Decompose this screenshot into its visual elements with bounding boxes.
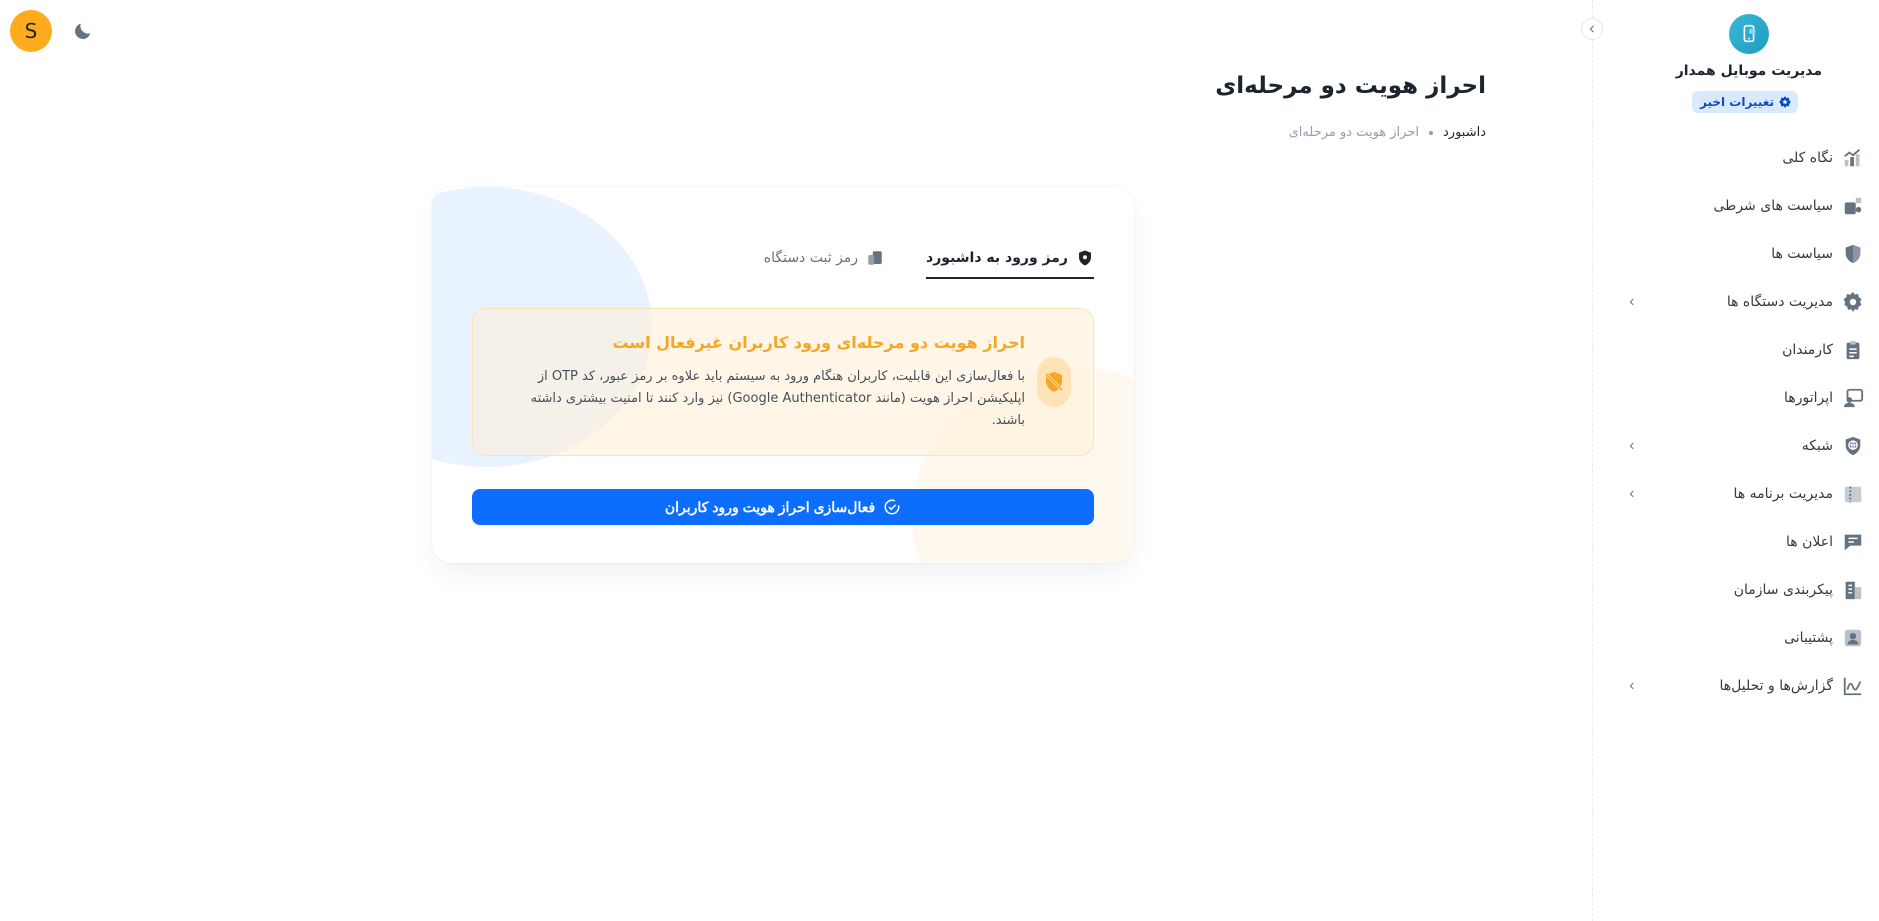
network-icon: [1841, 434, 1865, 458]
breadcrumb-separator: [1429, 130, 1433, 135]
chevron-left-icon: [1589, 25, 1594, 33]
sidebar-item-label: پیکربندی سازمان: [1733, 582, 1833, 598]
sidebar-item-support[interactable]: پشتیبانی: [1592, 614, 1879, 662]
sidebar-item-reports[interactable]: گزارش‌ها و تحلیل‌ها: [1592, 662, 1879, 710]
conditional-policy-icon: [1841, 194, 1865, 218]
sidebar-item-label: اعلان ها: [1786, 534, 1833, 550]
sidebar: مدیریت موبایل همدار تغییرات اخیر نگاه کل…: [1581, 0, 1879, 921]
sidebar-item-label: سیاست های شرطی: [1713, 198, 1833, 214]
sidebar-item-operators[interactable]: اپراتورها: [1592, 374, 1879, 422]
analytics-icon: [1841, 146, 1865, 170]
sidebar-item-device-management[interactable]: مدیریت دستگاه ها: [1592, 278, 1879, 326]
building-icon: [1841, 578, 1865, 602]
moon-icon: [75, 23, 91, 39]
chevron-left-icon: [1625, 439, 1639, 453]
sidebar-item-label: پشتیبانی: [1784, 630, 1833, 646]
sidebar-item-employees[interactable]: کارمندان: [1592, 326, 1879, 374]
mobile-device-icon: [1729, 14, 1769, 54]
apps-icon: [1841, 482, 1865, 506]
operator-icon: [1841, 386, 1865, 410]
tabs: رمز ورود به داشبورد رمز ثبت دستگاه: [764, 239, 1094, 279]
sidebar-item-policies[interactable]: سیاست ها: [1592, 230, 1879, 278]
sidebar-item-overview[interactable]: نگاه کلی: [1592, 134, 1879, 182]
sidebar-item-label: مدیریت دستگاه ها: [1726, 294, 1833, 310]
sidebar-item-label: کارمندان: [1782, 342, 1833, 358]
avatar-initial: S: [24, 19, 38, 43]
enable-2fa-button-label: فعال‌سازی احراز هویت ورود کاربران: [664, 498, 876, 515]
app-title: مدیریت موبایل همدار: [1675, 63, 1822, 79]
alert-description: با فعال‌سازی این قابلیت، کاربران هنگام و…: [530, 369, 1025, 428]
brand: مدیریت موبایل همدار تغییرات اخیر: [1592, 14, 1879, 114]
clipboard-icon: [1841, 338, 1865, 362]
sidebar-item-label: مدیریت برنامه ها: [1733, 486, 1833, 502]
shield-icon: [1841, 242, 1865, 266]
page-title: احراز هویت دو مرحله‌ای: [1215, 73, 1486, 99]
enable-2fa-button[interactable]: فعال‌سازی احراز هویت ورود کاربران: [472, 489, 1094, 525]
breadcrumb: داشبورد احراز هویت دو مرحله‌ای: [1289, 125, 1486, 140]
theme-toggle-button[interactable]: [68, 16, 98, 46]
recent-changes-label: تغییرات اخیر: [1699, 95, 1774, 109]
sidebar-item-app-management[interactable]: مدیریت برنامه ها: [1592, 470, 1879, 518]
sidebar-nav: نگاه کلی سیاست های شرطی سیاست ها مدیریت …: [1592, 134, 1879, 710]
chevron-left-icon: [1625, 679, 1639, 693]
sidebar-item-label: نگاه کلی: [1782, 150, 1833, 166]
alert-title: احراز هویت دو مرحله‌ای ورود کاربران غیرف…: [612, 333, 1025, 352]
sidebar-item-network[interactable]: شبکه: [1592, 422, 1879, 470]
devices-icon: [868, 251, 882, 265]
avatar[interactable]: S: [10, 10, 52, 52]
chevron-left-icon: [1625, 487, 1639, 501]
chevron-left-icon: [1625, 295, 1639, 309]
shield-lock-icon: [1079, 250, 1091, 266]
tab-label: رمز ثبت دستگاه: [763, 250, 859, 266]
two-factor-card: رمز ورود به داشبورد رمز ثبت دستگاه احراز…: [432, 187, 1134, 563]
shield-off-icon: [1037, 357, 1071, 407]
sidebar-item-notifications[interactable]: اعلان ها: [1592, 518, 1879, 566]
star-badge-icon: [1779, 96, 1791, 108]
check-circle-icon: [884, 499, 900, 515]
sidebar-item-organization-config[interactable]: پیکربندی سازمان: [1592, 566, 1879, 614]
tab-dashboard-login[interactable]: رمز ورود به داشبورد: [926, 239, 1094, 279]
sidebar-item-conditional-policies[interactable]: سیاست های شرطی: [1592, 182, 1879, 230]
breadcrumb-home-link[interactable]: داشبورد: [1443, 125, 1486, 140]
sidebar-item-label: اپراتورها: [1784, 390, 1833, 406]
warning-alert: احراز هویت دو مرحله‌ای ورود کاربران غیرف…: [472, 308, 1094, 456]
gear-icon: [1841, 290, 1865, 314]
support-icon: [1841, 626, 1865, 650]
sidebar-collapse-button[interactable]: [1581, 18, 1603, 40]
breadcrumb-current: احراز هویت دو مرحله‌ای: [1288, 125, 1419, 140]
notification-icon: [1841, 530, 1865, 554]
sidebar-item-label: شبکه: [1801, 438, 1833, 454]
tab-device-enrollment[interactable]: رمز ثبت دستگاه: [764, 239, 884, 277]
sidebar-item-label: سیاست ها: [1771, 246, 1833, 262]
report-chart-icon: [1841, 674, 1865, 698]
recent-changes-button[interactable]: تغییرات اخیر: [1691, 91, 1798, 113]
sidebar-item-label: گزارش‌ها و تحلیل‌ها: [1719, 678, 1833, 694]
tab-label: رمز ورود به داشبورد: [926, 250, 1068, 266]
